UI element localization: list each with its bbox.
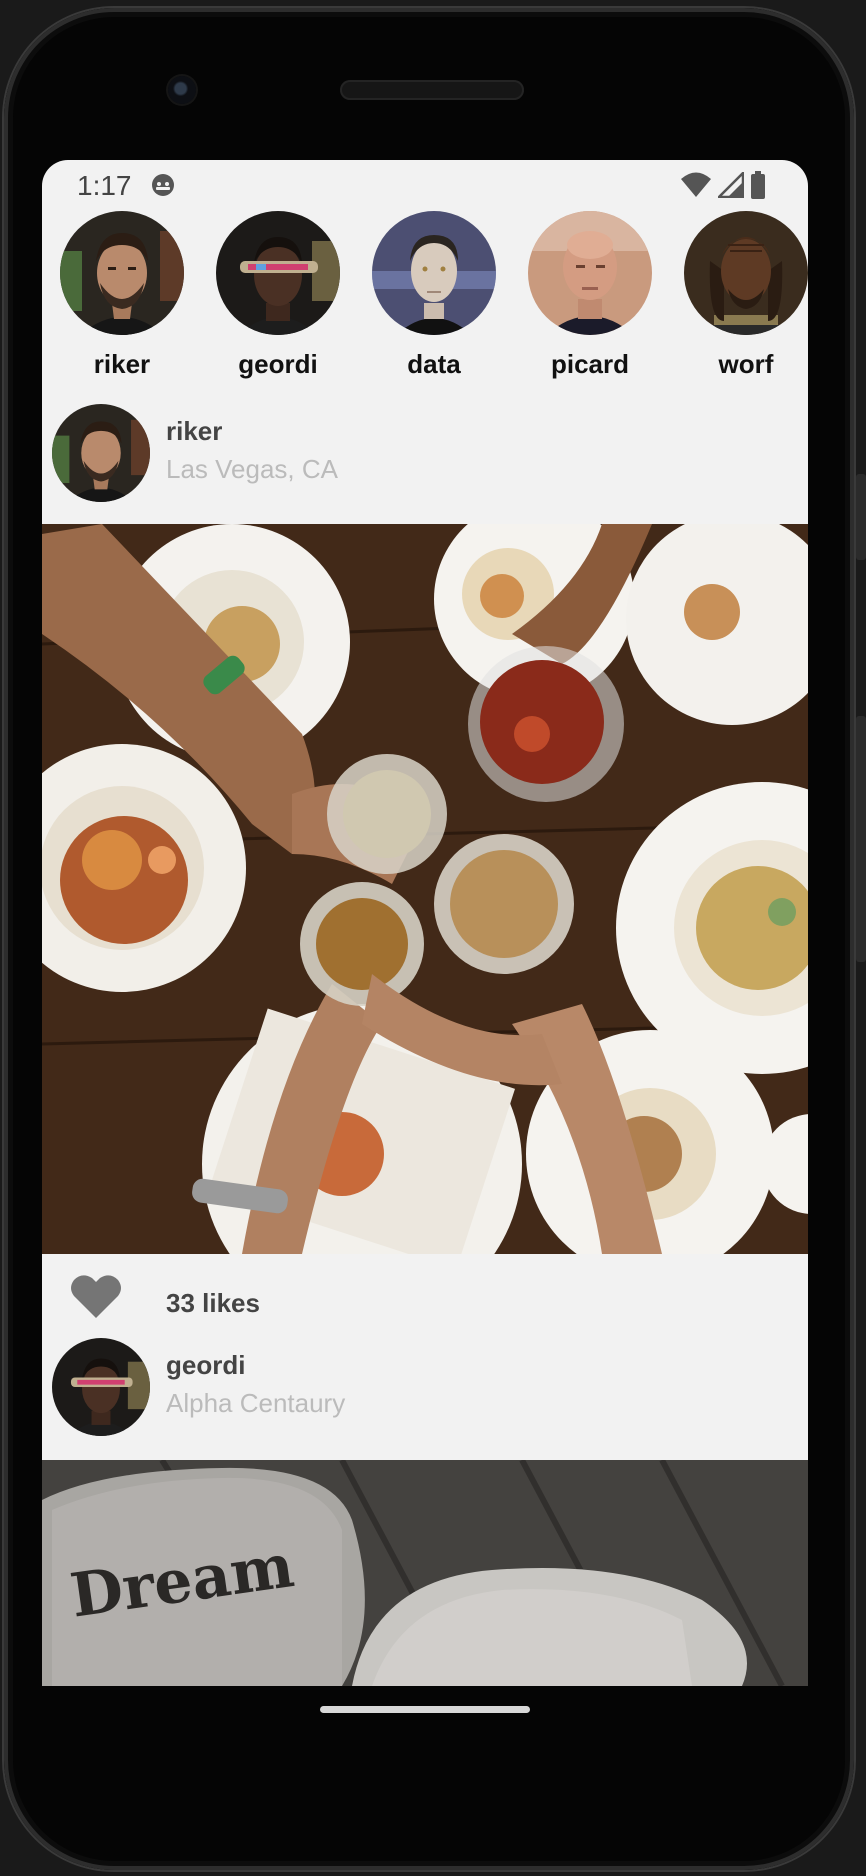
avatar[interactable]: [528, 211, 652, 335]
heart-icon[interactable]: [70, 1274, 122, 1318]
story-name: data: [407, 349, 461, 379]
status-icons: [680, 170, 766, 200]
story-riker[interactable]: riker: [57, 208, 187, 388]
avatar[interactable]: [684, 211, 808, 335]
front-camera: [168, 76, 196, 104]
earpiece-speaker: [340, 80, 524, 100]
power-button: [856, 474, 866, 560]
status-bar: 1:17: [42, 160, 808, 208]
post-header[interactable]: geordi Alpha Centaury: [42, 1334, 808, 1444]
volume-button: [856, 716, 866, 962]
story-worf[interactable]: worf: [681, 208, 808, 388]
post-username[interactable]: riker: [166, 416, 222, 447]
post-header[interactable]: riker Las Vegas, CA: [42, 400, 808, 510]
app-screen: 1:17 riker geordi data picard worf riker…: [42, 160, 808, 1686]
avatar[interactable]: [52, 1338, 150, 1436]
story-name: riker: [93, 349, 151, 379]
device-frame: 1:17 riker geordi data picard worf riker…: [0, 0, 866, 1876]
post-image[interactable]: [42, 524, 808, 1254]
post-username[interactable]: geordi: [166, 1350, 245, 1381]
post-location: Las Vegas, CA: [166, 454, 338, 484]
story-picard[interactable]: picard: [525, 208, 655, 388]
story-geordi[interactable]: geordi: [213, 208, 343, 388]
status-time: 1:17: [77, 170, 132, 201]
battery-icon: [751, 171, 765, 199]
story-name: geordi: [238, 349, 318, 379]
avatar[interactable]: [372, 211, 496, 335]
avatar[interactable]: [52, 404, 150, 502]
cell-signal-icon: [718, 172, 744, 198]
wifi-icon: [681, 172, 711, 197]
android-debug-icon: [152, 174, 174, 196]
post-actions: 33 likes: [42, 1254, 808, 1334]
post-image[interactable]: Dream: [42, 1460, 808, 1686]
story-name: picard: [550, 349, 630, 379]
story-data[interactable]: data: [369, 208, 499, 388]
stories-row[interactable]: riker geordi data picard worf: [42, 208, 808, 388]
gesture-nav-handle[interactable]: [320, 1706, 530, 1713]
likes-count: 33 likes: [166, 1288, 260, 1318]
story-name: worf: [718, 349, 774, 379]
avatar[interactable]: [216, 211, 340, 335]
post-location: Alpha Centaury: [166, 1388, 346, 1418]
avatar[interactable]: [60, 211, 184, 335]
